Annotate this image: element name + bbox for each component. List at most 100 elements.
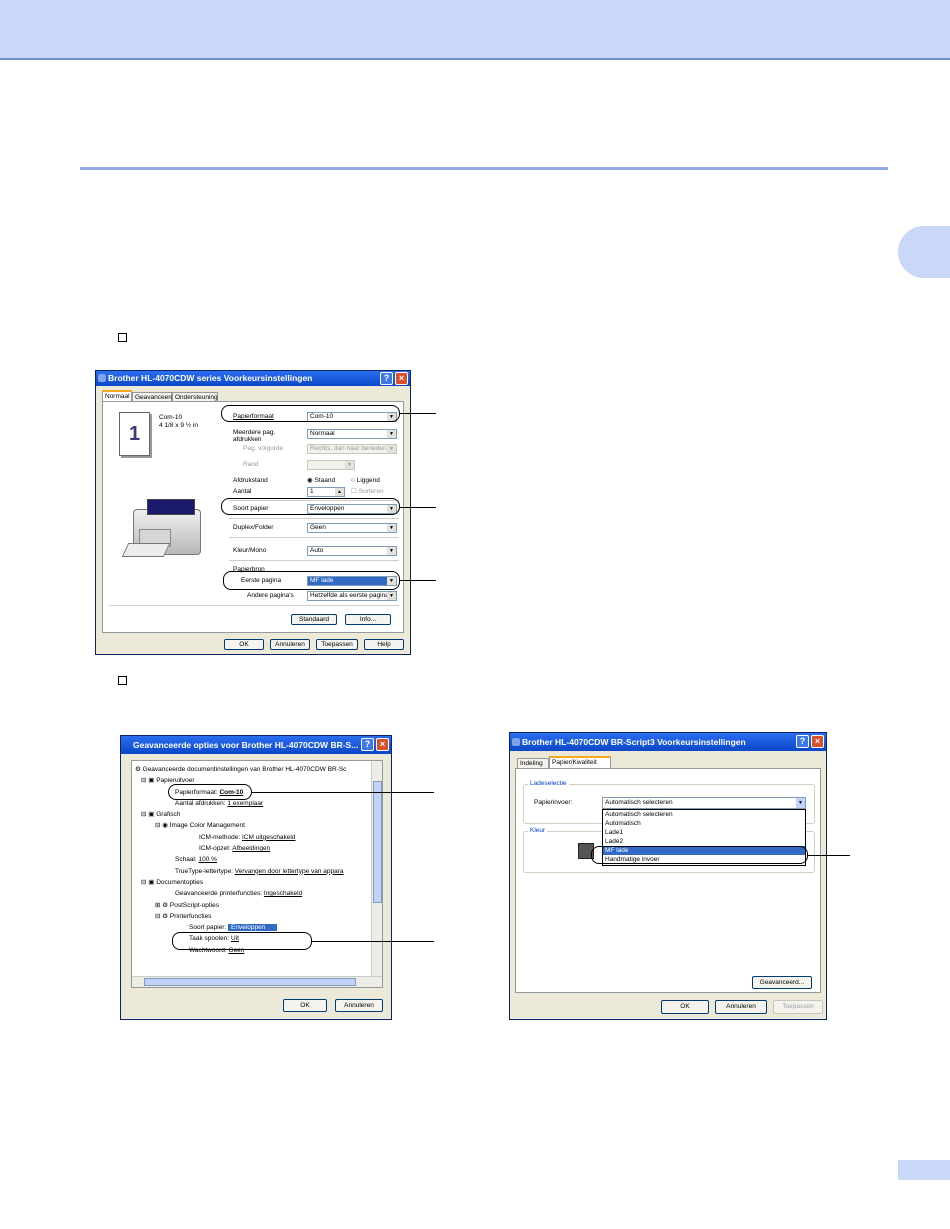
tree-grafisch[interactable]: ⊟ ▣ Grafisch bbox=[135, 809, 373, 820]
standaard-button[interactable]: Standaard bbox=[291, 614, 337, 625]
vertical-scrollbar[interactable] bbox=[371, 761, 382, 977]
help-title-button[interactable]: ? bbox=[361, 738, 374, 751]
callout-line bbox=[252, 792, 434, 793]
printer-icon bbox=[512, 738, 520, 746]
duplex-label: Duplex/Folder bbox=[233, 524, 274, 531]
liggend-radio[interactable]: ○ Liggend bbox=[351, 477, 380, 485]
printer-illustration bbox=[121, 499, 203, 561]
ok-button[interactable]: OK bbox=[283, 999, 327, 1012]
br-script3-preferences-window: Brother HL-4070CDW BR-Script3 Voorkeursi… bbox=[509, 732, 827, 1020]
preview-number: 1 bbox=[128, 423, 141, 445]
tree-truetype[interactable]: TrueType-lettertype: Vervangen door lett… bbox=[135, 866, 373, 877]
separator bbox=[229, 537, 399, 538]
chevron-down-icon: ▼ bbox=[387, 592, 396, 600]
help-title-button[interactable]: ? bbox=[796, 735, 809, 748]
help-title-button[interactable]: ? bbox=[380, 372, 393, 385]
afdrukstand-label: Afdrukstand bbox=[233, 477, 268, 484]
separator bbox=[109, 605, 399, 606]
tree-icm-methode[interactable]: ICM-methode: ICM uitgeschakeld bbox=[135, 832, 373, 843]
tree-root: ⚙ Geavanceerde documentinstellingen van … bbox=[135, 766, 347, 773]
toepassen-button[interactable]: Toepassen bbox=[316, 639, 358, 650]
andere-combo[interactable]: Hetzelfde als eerste pagina ▼ bbox=[307, 591, 397, 601]
section-rule bbox=[80, 167, 888, 170]
callout-oval bbox=[221, 405, 400, 422]
preview-paper-dims: 4 1/8 x 9 ½ in bbox=[159, 422, 199, 429]
help-button[interactable]: Help bbox=[364, 639, 404, 650]
bullet-1 bbox=[118, 333, 127, 342]
callout-line bbox=[400, 580, 436, 581]
annuleren-button[interactable]: Annuleren bbox=[270, 639, 310, 650]
window-title: Brother HL-4070CDW series Voorkeursinste… bbox=[108, 373, 313, 383]
tree-documentopties[interactable]: ⊟ ▣ Documentopties bbox=[135, 877, 373, 888]
aantal-label: Aantal bbox=[233, 488, 252, 495]
chevron-down-icon: ▼ bbox=[796, 798, 805, 808]
ok-button[interactable]: OK bbox=[661, 1000, 709, 1014]
chevron-down-icon: ▼ bbox=[387, 547, 396, 555]
meerdere-combo[interactable]: Normaal ▼ bbox=[307, 429, 397, 439]
settings-panel: Ladeselectie Papierinvoer: Automatisch s… bbox=[515, 768, 821, 993]
window-title: Geavanceerde opties voor Brother HL-4070… bbox=[133, 740, 359, 750]
preview-paper-name: Com-10 bbox=[159, 414, 183, 421]
rand-label: Rand bbox=[243, 461, 259, 468]
rand-combo: ▼ bbox=[307, 460, 355, 470]
chevron-down-icon: ▼ bbox=[387, 524, 396, 532]
chevron-down-icon: ▼ bbox=[387, 445, 396, 453]
chevron-down-icon: ▼ bbox=[387, 430, 396, 438]
info-button[interactable]: Info... bbox=[345, 614, 391, 625]
kleur-label: Kleur bbox=[528, 827, 548, 835]
tree-icm[interactable]: ⊟ ◉ Image Color Management bbox=[135, 820, 373, 831]
kleur-label: Kleur/Mono bbox=[233, 547, 267, 554]
page-preview: 1 bbox=[119, 412, 150, 456]
pagvolgorde-combo: Rechts, dan naar beneden ▼ bbox=[307, 444, 397, 454]
soort-papier-select[interactable]: Enveloppen bbox=[228, 924, 278, 932]
callout-oval bbox=[591, 846, 808, 864]
title-bar: Brother HL-4070CDW BR-Script3 Voorkeursi… bbox=[510, 733, 826, 751]
callout-line bbox=[312, 941, 434, 942]
annuleren-button[interactable]: Annuleren bbox=[335, 999, 383, 1012]
staand-radio[interactable]: ◉ Staand bbox=[307, 477, 335, 485]
ok-button[interactable]: OK bbox=[224, 639, 264, 650]
tab-papier-kwaliteit[interactable]: Papier/Kwaliteit bbox=[549, 756, 611, 768]
separator bbox=[229, 560, 399, 561]
settings-panel: 1 Com-10 4 1/8 x 9 ½ in Papierformaat Co… bbox=[102, 401, 404, 633]
chapter-tab bbox=[898, 226, 950, 278]
callout-oval bbox=[172, 932, 312, 950]
close-title-button[interactable]: × bbox=[395, 372, 408, 385]
afdrukken-label: afdrukken bbox=[233, 436, 262, 443]
chevron-down-icon: ▼ bbox=[345, 461, 354, 469]
dropdown-option[interactable]: Automatisch bbox=[603, 819, 805, 828]
callout-oval bbox=[223, 571, 400, 590]
pagvolgorde-label: Pag. volgorde bbox=[243, 445, 284, 452]
close-title-button[interactable]: × bbox=[376, 738, 389, 751]
aantal-spinner[interactable]: 1 ▲ bbox=[307, 487, 345, 497]
papierinvoer-combo[interactable]: Automatisch selecteren ▼ bbox=[602, 797, 806, 809]
annuleren-button[interactable]: Annuleren bbox=[715, 1000, 767, 1014]
tab-indeling[interactable]: Indeling bbox=[517, 758, 549, 768]
tree-geavanceerd[interactable]: Geavanceerde printerfuncties: Ingeschake… bbox=[135, 888, 373, 899]
callout-line bbox=[808, 855, 850, 856]
tree-printerfuncties[interactable]: ⊟ ⚙ Printerfuncties bbox=[135, 911, 373, 922]
tree-schaal[interactable]: Schaal: 100 % bbox=[135, 854, 373, 865]
window-title: Brother HL-4070CDW BR-Script3 Voorkeursi… bbox=[522, 737, 746, 747]
dropdown-option[interactable]: Automatisch selecteren bbox=[603, 810, 805, 819]
duplex-combo[interactable]: Geen ▼ bbox=[307, 523, 397, 533]
page-number-tab bbox=[898, 1160, 950, 1180]
tree-postscript[interactable]: ⊞ ⚙ PostScript-opties bbox=[135, 900, 373, 911]
callout-line bbox=[400, 413, 436, 414]
geavanceerd-button[interactable]: Geavanceerd... bbox=[752, 976, 812, 989]
close-title-button[interactable]: × bbox=[811, 735, 824, 748]
ladeselectie-label: Ladeselectie bbox=[528, 780, 569, 788]
callout-oval bbox=[168, 784, 252, 800]
sorteren-checkbox: ☐ Sorteren bbox=[351, 488, 384, 495]
spinner-icon: ▲ bbox=[335, 488, 344, 496]
tree-aantal[interactable]: Aantal afdrukken: 1 exemplaar bbox=[135, 798, 373, 809]
advanced-options-window: Geavanceerde opties voor Brother HL-4070… bbox=[120, 735, 392, 1020]
dropdown-option[interactable]: Lade2 bbox=[603, 837, 805, 846]
papierinvoer-label: Papierinvoer: bbox=[534, 799, 573, 806]
separator bbox=[229, 518, 399, 519]
kleur-combo[interactable]: Auto ▼ bbox=[307, 546, 397, 556]
tree-icm-opzet[interactable]: ICM-opzet: Afbeeldingen bbox=[135, 843, 373, 854]
horizontal-scrollbar[interactable] bbox=[132, 976, 382, 987]
title-bar: Brother HL-4070CDW series Voorkeursinste… bbox=[96, 371, 410, 386]
dropdown-option[interactable]: Lade1 bbox=[603, 828, 805, 837]
